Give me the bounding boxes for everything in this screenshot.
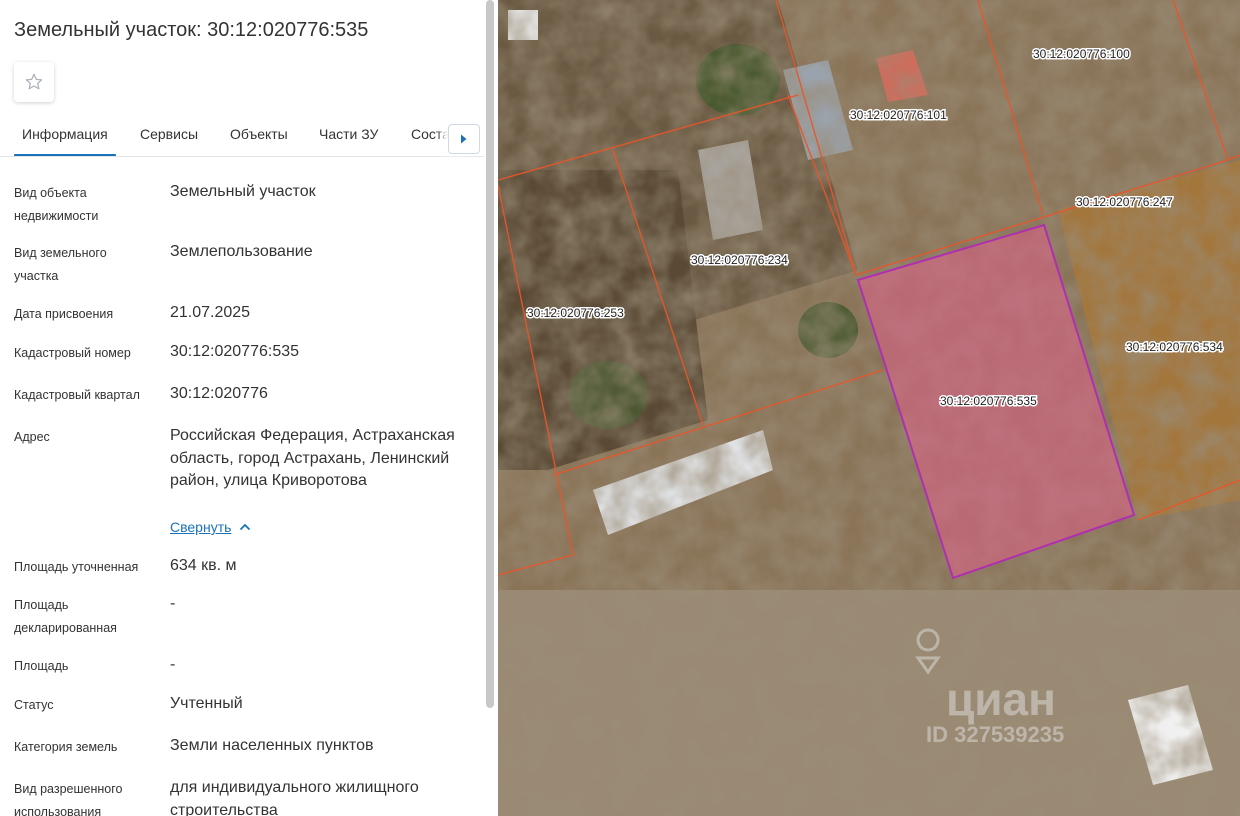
field-value-cadastral-quarter: 30:12:020776 (170, 385, 268, 402)
field-label-area: Площадь (14, 659, 69, 673)
field-label-permitted-use: Вид разрешенного использования (14, 782, 123, 816)
field-label-address: Адрес (14, 430, 50, 444)
field-label-object-type: Вид объекта недвижимости (14, 186, 99, 223)
field-label-area-declared: Площадь декларированная (14, 598, 117, 635)
tab-information[interactable]: Информация (14, 126, 116, 156)
panel-scrollbar[interactable] (486, 0, 494, 708)
favorite-button[interactable] (14, 62, 54, 102)
tabs-scroll-right-button[interactable] (448, 124, 480, 154)
watermark-brand: циан (946, 673, 1056, 725)
field-value-assigned-date: 21.07.2025 (170, 304, 251, 321)
star-icon (25, 73, 43, 90)
tab-services[interactable]: Сервисы (140, 126, 198, 142)
field-label-land-type: Вид земельного участка (14, 246, 107, 283)
field-value-cadastral-number: 30:12:020776:535 (170, 343, 300, 360)
parcel-label-253: 30:12:020776:253 (527, 306, 624, 320)
field-label-area-specified: Площадь уточненная (14, 560, 139, 574)
field-label-cadastral-quarter: Кадастровый квартал (14, 388, 140, 402)
field-value-area-declared: - (170, 595, 176, 612)
field-label-cadastral-number: Кадастровый номер (14, 346, 131, 360)
collapse-link-label: Свернуть (170, 519, 232, 535)
info-panel: Земельный участок: 30:12:020776:535 Инфо… (0, 0, 496, 816)
parcel-label-101: 30:12:020776:101 (850, 108, 947, 122)
cadastral-map[interactable]: 30:12:020776:100 30:12:020776:101 30:12:… (498, 0, 1240, 816)
map-canvas[interactable]: 30:12:020776:100 30:12:020776:101 30:12:… (498, 0, 1240, 816)
field-label-land-category: Категория земель (14, 740, 118, 754)
watermark-id: ID 327539235 (926, 722, 1064, 747)
parcel-label-234: 30:12:020776:234 (691, 253, 788, 267)
field-value-area: - (170, 656, 176, 673)
field-value-object-type: Земельный участок (170, 183, 316, 200)
satellite-texture (498, 0, 1240, 816)
tab-parts[interactable]: Части ЗУ (319, 126, 378, 142)
parcel-label-100: 30:12:020776:100 (1033, 47, 1130, 61)
caret-right-icon (461, 134, 467, 144)
parcel-label-534: 30:12:020776:534 (1126, 340, 1223, 354)
parcel-label-535: 30:12:020776:535 (940, 394, 1037, 408)
parcel-label-247: 30:12:020776:247 (1076, 195, 1173, 209)
field-value-address: Российская Федерация, Астраханская облас… (170, 427, 455, 489)
field-label-assigned-date: Дата присвоения (14, 307, 114, 321)
field-value-land-category: Земли населенных пунктов (170, 737, 374, 754)
tab-objects[interactable]: Объекты (230, 126, 288, 142)
field-value-permitted-use: для индивидуального жилищного строительс… (170, 779, 419, 816)
page-title: Земельный участок: 30:12:020776:535 (14, 19, 369, 41)
field-value-status: Учтенный (170, 695, 243, 712)
field-value-land-type: Землепользование (170, 243, 313, 260)
tab-bar: Информация Сервисы Объекты Части ЗУ Сост… (0, 118, 484, 157)
field-value-area-specified: 634 кв. м (170, 557, 237, 574)
chevron-up-icon (240, 523, 251, 531)
collapse-link[interactable]: Свернуть (170, 519, 251, 535)
field-label-status: Статус (14, 698, 54, 712)
